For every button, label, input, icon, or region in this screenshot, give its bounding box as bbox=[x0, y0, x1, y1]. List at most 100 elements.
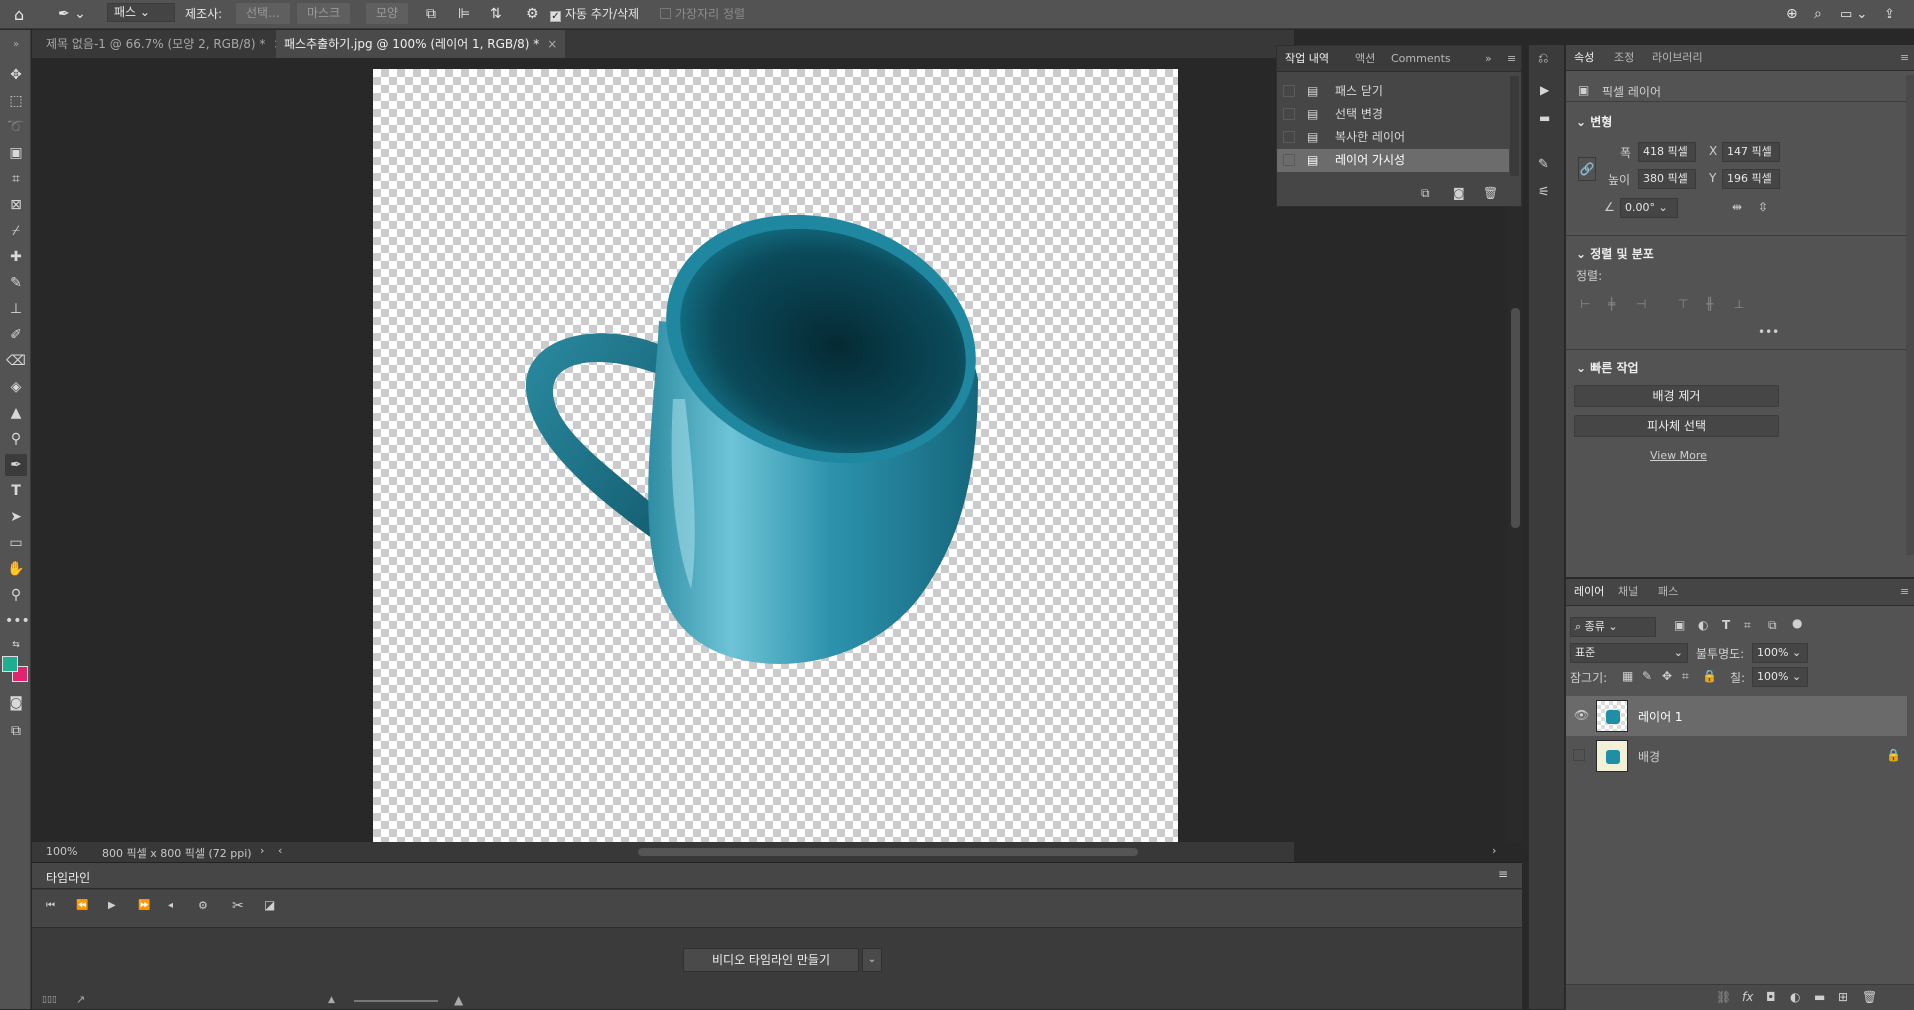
hand-tool-icon[interactable]: ✋ bbox=[5, 558, 27, 580]
view-more-link[interactable]: View More bbox=[1650, 449, 1707, 462]
next-frame-icon[interactable]: ⏩ bbox=[138, 900, 150, 911]
path-alignment-icon[interactable]: ⊫ bbox=[458, 0, 470, 29]
lock-position-icon[interactable]: ✥ bbox=[1662, 669, 1672, 683]
width-field[interactable]: 418 픽셀 bbox=[1638, 142, 1696, 162]
lock-artboard-icon[interactable]: ⌗ bbox=[1682, 669, 1689, 684]
angle-field[interactable]: 0.00° ⌄ bbox=[1620, 198, 1678, 218]
blur-tool-icon[interactable]: ▲ bbox=[5, 402, 27, 424]
tab-comments[interactable]: Comments bbox=[1391, 46, 1451, 72]
convert-icon[interactable]: ↗ bbox=[76, 993, 85, 1006]
path-arrangement-icon[interactable]: ⇅ bbox=[490, 0, 502, 29]
link-layers-icon[interactable]: ⛓ bbox=[1716, 990, 1731, 1004]
zoom-out-icon[interactable]: ▲ bbox=[328, 995, 335, 1005]
new-layer-icon[interactable]: ⊞ bbox=[1838, 990, 1848, 1004]
layer-name[interactable]: 배경 bbox=[1638, 748, 1660, 765]
collapse-toolbar-icon[interactable]: » bbox=[5, 34, 27, 56]
lock-image-icon[interactable]: ✎ bbox=[1642, 669, 1652, 683]
align-left-edges-icon[interactable]: ⊢ bbox=[1580, 297, 1590, 311]
canvas-area[interactable] bbox=[32, 58, 1294, 842]
panel-menu-icon[interactable]: ≡ bbox=[1498, 867, 1508, 881]
share-icon[interactable]: ⇪ bbox=[1884, 0, 1895, 29]
more-options-icon[interactable]: ••• bbox=[1758, 325, 1779, 339]
opacity-field[interactable]: 100% ⌄ bbox=[1752, 643, 1808, 663]
filter-toggle-icon[interactable]: ● bbox=[1792, 616, 1802, 630]
history-item[interactable]: ▤ 패스 닫기 bbox=[1277, 80, 1509, 103]
lock-all-icon[interactable]: 🔒 bbox=[1702, 669, 1717, 683]
align-horizontal-centers-icon[interactable]: ╪ bbox=[1608, 297, 1615, 311]
trash-icon[interactable]: 🗑 bbox=[1483, 186, 1498, 200]
layer-row-selected[interactable]: 👁 레이어 1 bbox=[1566, 696, 1907, 736]
zoom-tool-icon[interactable]: ⚲ bbox=[5, 584, 27, 606]
horizontal-scrollbar-thumb[interactable] bbox=[638, 848, 1138, 856]
type-tool-icon[interactable]: T bbox=[5, 480, 27, 502]
make-mask-button[interactable]: 마스크 bbox=[297, 3, 351, 24]
share-user-icon[interactable]: ⊕ bbox=[1786, 0, 1798, 29]
crop-tool-icon[interactable]: ⌗ bbox=[5, 168, 27, 190]
height-field[interactable]: 380 픽셀 bbox=[1638, 169, 1696, 189]
zoom-level[interactable]: 100% bbox=[46, 845, 77, 858]
panel-menu-icon[interactable]: ≡ bbox=[1507, 46, 1516, 72]
tab-paths[interactable]: 패스 bbox=[1658, 579, 1678, 605]
tab-actions[interactable]: 액션 bbox=[1355, 46, 1375, 72]
tool-presets-icon[interactable]: ⚟ bbox=[1538, 185, 1550, 200]
zoom-in-icon[interactable]: ▲ bbox=[454, 993, 463, 1007]
history-panel-icon[interactable]: ⎌ bbox=[1538, 51, 1548, 66]
properties-scrollbar[interactable] bbox=[1906, 75, 1914, 555]
timeline-frames-icon[interactable]: ▯▯▯ bbox=[42, 995, 57, 1005]
flip-vertical-icon[interactable]: ⇳ bbox=[1758, 200, 1768, 214]
swap-colors-icon[interactable]: ⇆ bbox=[5, 634, 27, 656]
audio-icon[interactable]: ◂ bbox=[168, 900, 173, 911]
make-shape-button[interactable]: 모양 bbox=[366, 3, 409, 24]
flip-horizontal-icon[interactable]: ⇹ bbox=[1732, 200, 1742, 214]
create-video-timeline-button[interactable]: 비디오 타임라인 만들기 bbox=[683, 948, 859, 972]
history-brush-checkbox[interactable] bbox=[1283, 131, 1295, 143]
camera-icon[interactable]: ◙ bbox=[1453, 186, 1465, 200]
scroll-left-icon[interactable]: ‹ bbox=[278, 844, 282, 857]
tool-mode-select[interactable]: 패스 ⌄ bbox=[107, 3, 175, 22]
more-tools-icon[interactable]: ••• bbox=[5, 610, 30, 632]
align-vertical-centers-icon[interactable]: ╫ bbox=[1706, 297, 1713, 311]
eraser-tool-icon[interactable]: ⌫ bbox=[5, 350, 27, 372]
history-brush-tool-icon[interactable]: ✐ bbox=[5, 324, 27, 346]
make-selection-button[interactable]: 선택... bbox=[236, 3, 290, 24]
rectangle-tool-icon[interactable]: ▭ bbox=[5, 532, 27, 554]
tab-channels[interactable]: 채널 bbox=[1618, 579, 1638, 605]
history-scrollbar[interactable] bbox=[1510, 76, 1519, 176]
chevron-down-icon[interactable]: ⌄ bbox=[862, 948, 882, 972]
screen-mode-icon[interactable]: ⧉ bbox=[5, 720, 27, 742]
paint-bucket-tool-icon[interactable]: ◈ bbox=[5, 376, 27, 398]
path-selection-tool-icon[interactable]: ➤ bbox=[5, 506, 27, 528]
panel-menu-icon[interactable]: ≡ bbox=[1900, 579, 1909, 605]
first-frame-icon[interactable]: ⏮ bbox=[46, 900, 55, 911]
brush-settings-icon[interactable]: ✎ bbox=[1538, 157, 1549, 172]
document-canvas[interactable] bbox=[373, 69, 1178, 842]
lock-transparent-icon[interactable]: ▦ bbox=[1622, 669, 1633, 683]
quick-mask-icon[interactable]: ◙ bbox=[5, 692, 27, 714]
pen-tool-preset-icon[interactable]: ✒ ⌄ bbox=[58, 0, 86, 29]
trash-icon[interactable]: 🗑 bbox=[1862, 990, 1877, 1004]
transition-icon[interactable]: ◪ bbox=[264, 898, 275, 912]
history-item[interactable]: ▤ 선택 변경 bbox=[1277, 103, 1509, 126]
align-section-title[interactable]: ⌄ 정렬 및 분포 bbox=[1576, 245, 1654, 262]
history-brush-checkbox[interactable] bbox=[1283, 154, 1295, 166]
search-icon[interactable]: ⌕ bbox=[1814, 0, 1822, 29]
tab-libraries[interactable]: 라이브러리 bbox=[1652, 45, 1703, 71]
previous-frame-icon[interactable]: ⏪ bbox=[76, 900, 88, 911]
fill-field[interactable]: 100% ⌄ bbox=[1752, 667, 1808, 687]
select-subject-button[interactable]: 피사체 선택 bbox=[1574, 415, 1779, 437]
filter-adjustment-icon[interactable]: ◐ bbox=[1698, 618, 1708, 632]
actions-play-icon[interactable]: ▶ bbox=[1540, 83, 1549, 97]
y-field[interactable]: 196 픽셀 bbox=[1722, 169, 1780, 189]
fx-icon[interactable]: fx bbox=[1742, 990, 1753, 1004]
path-operations-icon[interactable]: ⧉ bbox=[426, 0, 436, 29]
add-mask-icon[interactable]: ◘ bbox=[1766, 990, 1776, 1004]
history-brush-checkbox[interactable] bbox=[1283, 85, 1295, 97]
align-edges-checkbox[interactable]: 가장자리 정렬 bbox=[660, 0, 745, 29]
workspace-icon[interactable]: ▭ ⌄ bbox=[1840, 0, 1867, 29]
filter-smart-object-icon[interactable]: ⧉ bbox=[1768, 618, 1777, 633]
object-select-tool-icon[interactable]: ▣ bbox=[5, 142, 27, 164]
x-field[interactable]: 147 픽셀 bbox=[1722, 142, 1780, 162]
frame-tool-icon[interactable]: ⊠ bbox=[5, 194, 27, 216]
history-brush-checkbox[interactable] bbox=[1283, 108, 1295, 120]
move-tool-icon[interactable]: ✥ bbox=[5, 64, 27, 86]
